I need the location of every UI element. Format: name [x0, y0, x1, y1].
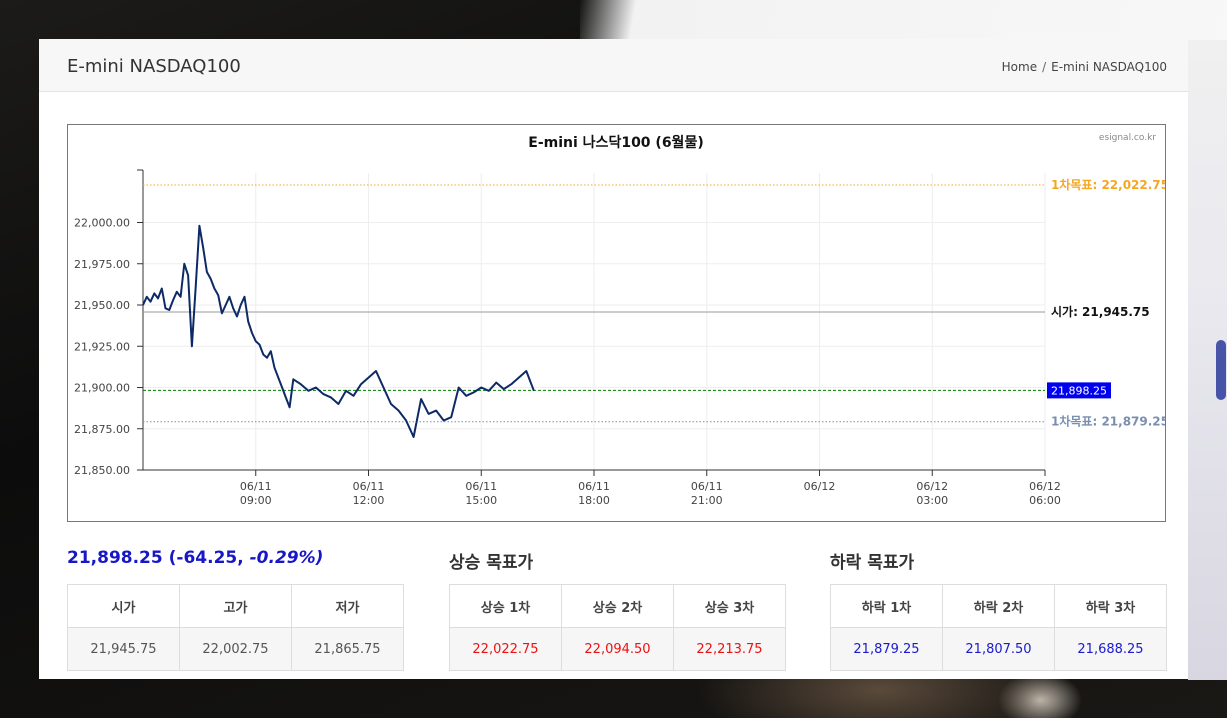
price-series-line [142, 224, 535, 438]
x-tick-date-label: 06/11 [353, 480, 385, 493]
page-title: E-mini NASDAQ100 [67, 56, 241, 77]
x-tick-date-label: 06/12 [1029, 480, 1061, 493]
content-panel: E-mini NASDAQ100 Home / E-mini NASDAQ100 E… [39, 39, 1188, 679]
breadcrumb-home-link[interactable]: Home [1002, 60, 1037, 74]
x-tick-time-label: 09:00 [240, 494, 272, 507]
reference-line-label: 1차목표: 22,022.75 [1051, 177, 1165, 192]
y-tick-label: 21,925.00 [74, 340, 130, 353]
x-tick-date-label: 06/12 [804, 480, 836, 493]
x-tick-time-label: 12:00 [353, 494, 385, 507]
x-tick-time-label: 06:00 [1029, 494, 1061, 507]
down-target-3-value: 21,688.25 [1054, 627, 1167, 671]
table-row: 22,022.75 22,094.50 22,213.75 [449, 627, 786, 671]
down-target-2-value: 21,807.50 [942, 627, 1055, 671]
open-value: 21,945.75 [67, 627, 180, 671]
up-targets-table: 상승 1차 상승 2차 상승 3차 22,022.75 22,094.50 22… [449, 584, 786, 671]
x-tick-time-label: 18:00 [578, 494, 610, 507]
down-targets-title: 하락 목표가 [830, 553, 915, 573]
x-tick-time-label: 15:00 [465, 494, 497, 507]
table-row: 21,945.75 22,002.75 21,865.75 [67, 627, 404, 671]
x-tick-date-label: 06/12 [916, 480, 948, 493]
page-header: E-mini NASDAQ100 Home / E-mini NASDAQ100 [39, 39, 1188, 92]
x-tick-date-label: 06/11 [240, 480, 272, 493]
chart-svg: E-mini 나스닥100 (6월물) esignal.co.kr 21,850.0… [74, 133, 1165, 507]
chart-title: E-mini 나스닥100 (6월물) [528, 134, 703, 151]
current-price-badge-label: 21,898.25 [1051, 384, 1107, 397]
chart-watermark: esignal.co.kr [1099, 133, 1156, 143]
price-change-pct: -0.29%) [249, 548, 324, 568]
background-edge [1188, 40, 1227, 680]
reference-line-label: 1차목표: 21,879.25 [1051, 414, 1165, 429]
up-target-3-value: 22,213.75 [673, 627, 786, 671]
up-target-2-value: 22,094.50 [561, 627, 674, 671]
x-tick-date-label: 06/11 [465, 480, 497, 493]
x-tick-time-label: 21:00 [691, 494, 723, 507]
up-target-1-value: 22,022.75 [449, 627, 562, 671]
y-tick-label: 21,850.00 [74, 464, 130, 477]
up-target-2-header: 상승 2차 [561, 584, 674, 628]
y-tick-label: 21,950.00 [74, 299, 130, 312]
breadcrumb-separator: / [1042, 60, 1047, 74]
down-target-1-header: 하락 1차 [830, 584, 943, 628]
table-row: 21,879.25 21,807.50 21,688.25 [830, 627, 1167, 671]
up-targets-title: 상승 목표가 [449, 553, 534, 573]
down-targets-table: 하락 1차 하락 2차 하락 3차 21,879.25 21,807.50 21… [830, 584, 1167, 671]
x-tick-time-label: 03:00 [916, 494, 948, 507]
high-value: 22,002.75 [179, 627, 292, 671]
ohlc-table: 시가 고가 저가 21,945.75 22,002.75 21,865.75 [67, 584, 404, 671]
y-tick-label: 21,900.00 [74, 382, 130, 395]
up-target-3-header: 상승 3차 [673, 584, 786, 628]
y-tick-label: 21,975.00 [74, 258, 130, 271]
price-chart: E-mini 나스닥100 (6월물) esignal.co.kr 21,850.0… [67, 124, 1166, 522]
low-value: 21,865.75 [291, 627, 404, 671]
x-tick-date-label: 06/11 [578, 480, 610, 493]
current-price-summary: 21,898.25 (-64.25, -0.29%) [67, 548, 323, 568]
up-target-1-header: 상승 1차 [449, 584, 562, 628]
table-header-row: 상승 1차 상승 2차 상승 3차 [449, 584, 786, 628]
table-header-row: 하락 1차 하락 2차 하락 3차 [830, 584, 1167, 628]
high-header: 고가 [179, 584, 292, 628]
x-tick-date-label: 06/11 [691, 480, 723, 493]
open-header: 시가 [67, 584, 180, 628]
table-header-row: 시가 고가 저가 [67, 584, 404, 628]
breadcrumb-current: E-mini NASDAQ100 [1051, 60, 1167, 74]
current-price: 21,898.25 [67, 548, 163, 568]
reference-line-label: 시가: 21,945.75 [1051, 304, 1150, 319]
breadcrumb: Home / E-mini NASDAQ100 [1002, 60, 1167, 74]
low-header: 저가 [291, 584, 404, 628]
down-target-1-value: 21,879.25 [830, 627, 943, 671]
y-tick-label: 21,875.00 [74, 423, 130, 436]
y-tick-label: 22,000.00 [74, 217, 130, 230]
down-target-2-header: 하락 2차 [942, 584, 1055, 628]
down-target-3-header: 하락 3차 [1054, 584, 1167, 628]
price-change: (-64.25, [168, 548, 244, 568]
